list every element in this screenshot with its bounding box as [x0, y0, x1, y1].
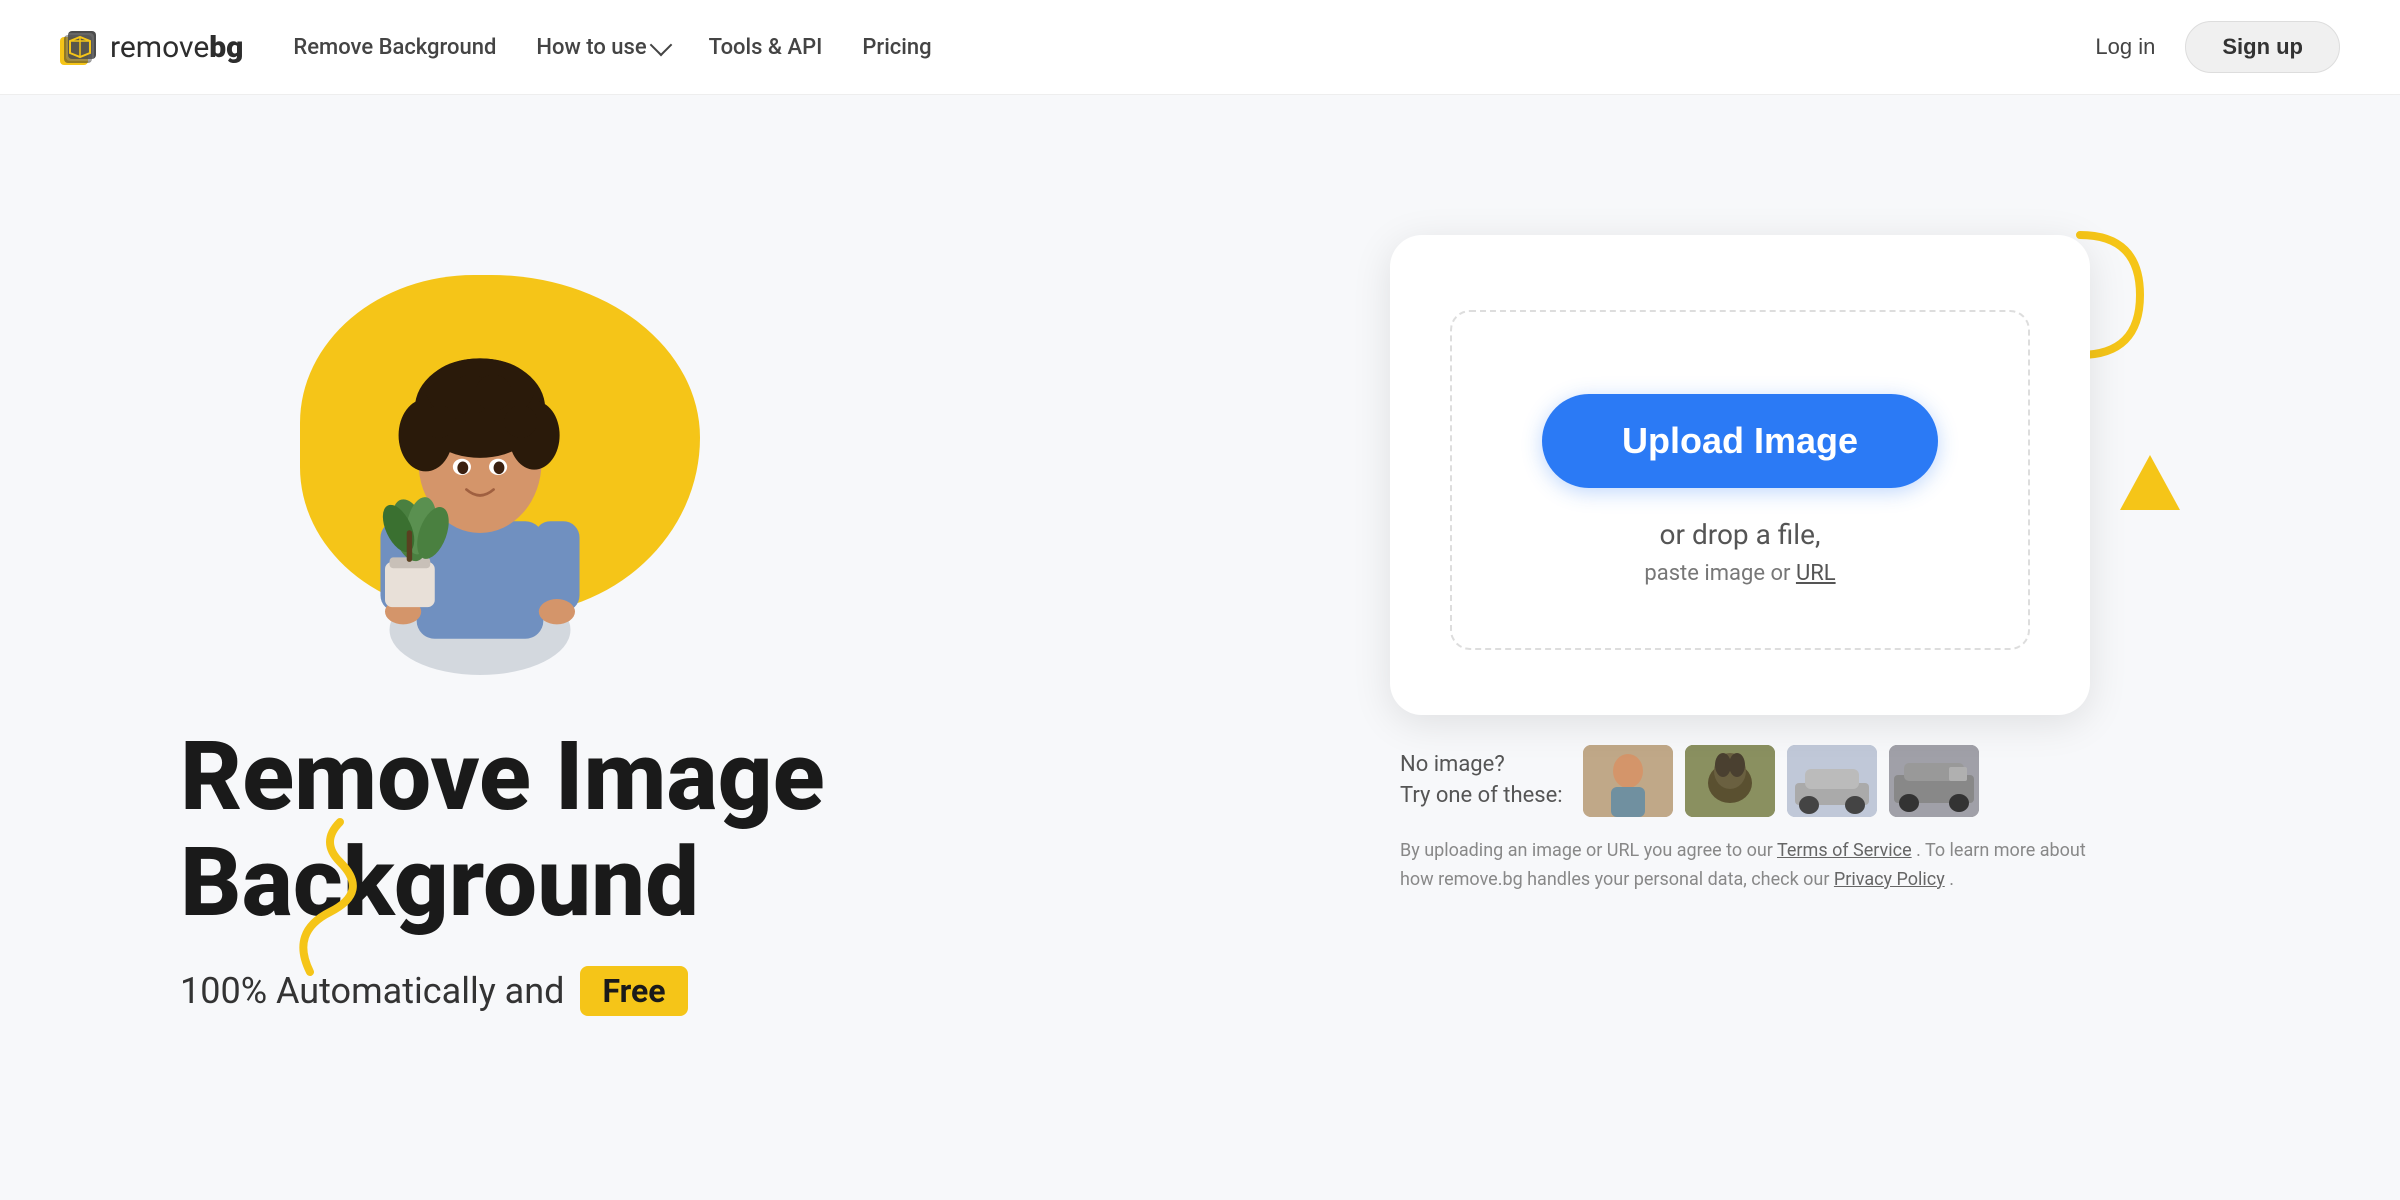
- nav-item-pricing[interactable]: Pricing: [862, 35, 931, 60]
- hero-subtitle: 100% Automatically and Free: [180, 966, 825, 1016]
- nav-item-remove-background[interactable]: Remove Background: [293, 35, 496, 60]
- hero-image-container: [220, 255, 840, 675]
- drop-file-text: or drop a file,: [1660, 518, 1821, 551]
- logo[interactable]: removebg: [60, 27, 243, 67]
- main-content: Remove Image Background 100% Automatical…: [0, 95, 2400, 1076]
- hero-text: Remove Image Background 100% Automatical…: [180, 725, 825, 1016]
- free-badge: Free: [580, 966, 687, 1016]
- nav-item-how-to-use[interactable]: How to use: [536, 35, 668, 60]
- nav-link-pricing[interactable]: Pricing: [862, 35, 931, 60]
- sample-thumb-vehicle[interactable]: [1889, 745, 1979, 817]
- navbar-right: Log in Sign up: [2095, 21, 2340, 73]
- sample-thumb-animal[interactable]: [1685, 745, 1775, 817]
- upload-image-button[interactable]: Upload Image: [1542, 394, 1938, 488]
- legal-text: By uploading an image or URL you agree t…: [1390, 837, 2090, 895]
- signup-button[interactable]: Sign up: [2185, 21, 2340, 73]
- logo-text: removebg: [110, 30, 243, 65]
- upload-drop-zone[interactable]: Upload Image or drop a file, paste image…: [1450, 310, 2030, 650]
- tos-link[interactable]: Terms of Service: [1777, 840, 1912, 861]
- sample-thumb-person[interactable]: [1583, 745, 1673, 817]
- upload-card: Upload Image or drop a file, paste image…: [1390, 235, 2090, 715]
- nav-dropdown-how-to-use[interactable]: How to use: [536, 35, 668, 60]
- hero-person-image: [320, 295, 640, 675]
- login-button[interactable]: Log in: [2095, 34, 2155, 60]
- sample-thumb-car[interactable]: [1787, 745, 1877, 817]
- nav-link-tools-api[interactable]: Tools & API: [709, 35, 823, 60]
- nav-link-remove-background[interactable]: Remove Background: [293, 35, 496, 60]
- logo-icon: [60, 27, 100, 67]
- sample-label: No image? Try one of these:: [1400, 750, 1563, 812]
- chevron-down-icon: [649, 34, 672, 57]
- hero-title: Remove Image Background: [180, 725, 825, 936]
- right-section: Upload Image or drop a file, paste image…: [1200, 175, 2280, 895]
- navbar-left: removebg Remove Background How to use To…: [60, 27, 932, 67]
- nav-item-tools-api[interactable]: Tools & API: [709, 35, 823, 60]
- url-link[interactable]: URL: [1796, 561, 1836, 586]
- sample-images-row: No image? Try one of these:: [1390, 745, 2090, 817]
- left-section: Remove Image Background 100% Automatical…: [120, 175, 1200, 1016]
- squiggle-bottom-left-decoration: [280, 812, 440, 996]
- sample-images-list: [1583, 745, 1979, 817]
- navbar: removebg Remove Background How to use To…: [0, 0, 2400, 95]
- nav-links: Remove Background How to use Tools & API…: [293, 35, 931, 60]
- triangle-decoration: [2120, 455, 2180, 514]
- paste-text: paste image or URL: [1644, 561, 1835, 586]
- privacy-link[interactable]: Privacy Policy: [1834, 869, 1945, 890]
